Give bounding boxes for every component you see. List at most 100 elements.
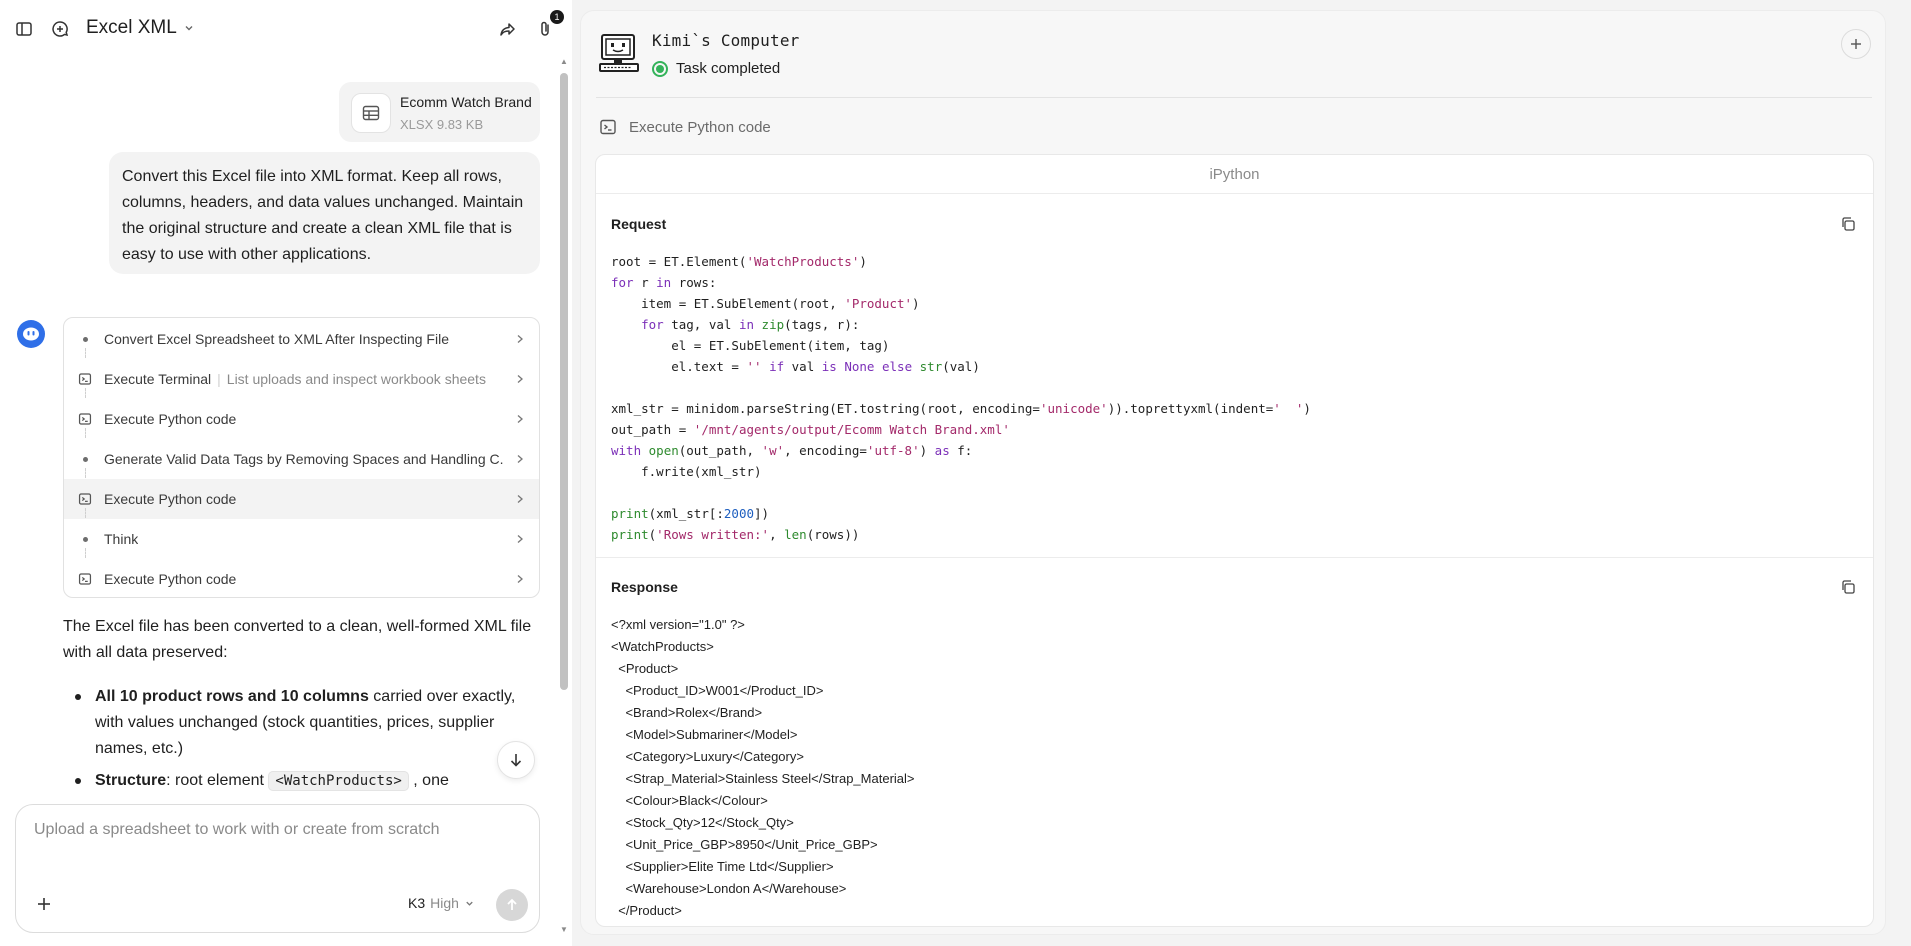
terminal-icon: [600, 119, 616, 135]
attachment-card[interactable]: Ecomm Watch Brand XLSX 9.83 KB: [339, 82, 540, 142]
new-chat-icon[interactable]: [47, 16, 73, 42]
task-step-subtitle: List uploads and inspect workbook sheets: [226, 371, 486, 387]
scroll-down-arrow-icon[interactable]: ▼: [560, 926, 568, 934]
scroll-to-bottom-button[interactable]: [497, 741, 535, 779]
chat-title-dropdown[interactable]: Excel XML: [86, 17, 195, 39]
step-connector: [85, 388, 86, 398]
model-selector[interactable]: K3 High: [408, 895, 475, 911]
scrollbar-thumb[interactable]: [560, 73, 568, 690]
arrow-up-icon: [507, 898, 517, 910]
bullet-text: : root element: [166, 772, 269, 789]
add-attachment-button[interactable]: [34, 894, 54, 914]
response-line: <Warehouse>London A</Warehouse>: [611, 881, 847, 896]
chat-title: Excel XML: [86, 17, 177, 38]
task-step-label: Execute Python code: [104, 571, 237, 587]
terminal-icon: [78, 412, 92, 426]
assistant-intro: The Excel file has been converted to a c…: [63, 618, 532, 661]
attachment-meta: XLSX 9.83 KB: [400, 117, 484, 132]
scroll-up-arrow-icon[interactable]: ▲: [560, 58, 568, 66]
response-line: </Product>: [611, 903, 682, 918]
task-step-label: Generate Valid Data Tags by Removing Spa…: [104, 451, 504, 467]
inline-code: <WatchProducts>: [268, 771, 409, 791]
computer-title: Kimi`s Computer: [652, 31, 800, 50]
task-step-label: Convert Excel Spreadsheet to XML After I…: [104, 331, 449, 347]
chevron-right-icon: [515, 334, 525, 344]
message-input[interactable]: [34, 821, 514, 839]
model-effort: High: [430, 895, 459, 911]
response-line: <?xml version="1.0" ?>: [611, 617, 745, 632]
response-line: <Unit_Price_GBP>8950</Unit_Price_GBP>: [611, 837, 878, 852]
arrow-down-icon: [510, 754, 522, 767]
list-item: All 10 product rows and 10 columns carri…: [63, 684, 543, 762]
attachments-button[interactable]: 1: [532, 10, 564, 42]
plus-icon: [1851, 39, 1861, 49]
chat-panel: Excel XML 1 Ecomm Watch Brand XLSX 9.83 …: [0, 0, 572, 946]
bullet-dot-icon: [78, 452, 92, 466]
bullet-dot-icon: [78, 532, 92, 546]
current-action: Execute Python code: [599, 118, 771, 136]
ipython-card: iPython Request root = ET.Element('Watch…: [595, 154, 1874, 927]
step-connector: [85, 468, 86, 478]
task-step[interactable]: Think: [64, 519, 539, 559]
divider: [596, 97, 1872, 98]
bullet-strong: Structure: [95, 772, 167, 789]
send-button[interactable]: [496, 889, 528, 921]
sidebar-toggle-icon[interactable]: [11, 16, 37, 42]
task-step-label: Execute Python code: [104, 411, 237, 427]
expand-button[interactable]: [1841, 29, 1871, 59]
step-connector: [85, 348, 86, 358]
response-line: <Product_ID>W001</Product_ID>: [611, 683, 824, 698]
share-icon[interactable]: [495, 16, 521, 42]
response-line: <Strap_Material>Stainless Steel</Strap_M…: [611, 771, 915, 786]
tool-name: iPython: [596, 155, 1873, 194]
task-status: Task completed: [652, 60, 780, 77]
copy-icon: [1842, 580, 1855, 594]
chat-header: Excel XML 1: [0, 0, 572, 58]
chevron-right-icon: [515, 534, 525, 544]
response-line: <Brand>Rolex</Brand>: [611, 705, 763, 720]
task-step-text: Execute Terminal | List uploads and inspec…: [104, 371, 486, 387]
copy-icon: [1842, 217, 1855, 231]
model-name: K3: [408, 895, 426, 911]
plus-icon: [38, 898, 50, 910]
step-connector: [85, 508, 86, 518]
response-line: <Product>: [611, 661, 679, 676]
scroll-fade: [0, 790, 560, 804]
task-step-label: Execute Terminal: [104, 371, 212, 387]
attachment-name: Ecomm Watch Brand: [400, 94, 532, 110]
bullet-text: , one: [408, 772, 449, 789]
spreadsheet-icon: [351, 93, 391, 133]
task-step[interactable]: Execute Python code: [64, 559, 539, 597]
task-step[interactable]: Execute Python code: [64, 399, 539, 439]
status-check-icon: [652, 60, 668, 77]
chevron-right-icon: [515, 414, 525, 424]
task-step[interactable]: Convert Excel Spreadsheet to XML After I…: [64, 319, 539, 359]
response-line: <Supplier>Elite Time Ltd</Supplier>: [611, 859, 834, 874]
divider: [596, 557, 1873, 558]
current-action-label: Execute Python code: [629, 118, 771, 136]
response-line: <Stock_Qty>12</Stock_Qty>: [611, 815, 794, 830]
computer-icon: [599, 33, 639, 73]
paperclip-icon: [541, 21, 549, 36]
chat-scrollbar[interactable]: ▲ ▼: [559, 58, 569, 936]
terminal-icon: [78, 372, 92, 386]
app-root: Excel XML 1 Ecomm Watch Brand XLSX 9.83 …: [0, 0, 1911, 946]
task-step[interactable]: Execute Terminal | List uploads and inspec…: [64, 359, 539, 399]
response-line: <Colour>Black</Colour>: [611, 793, 768, 808]
chevron-right-icon: [515, 574, 525, 584]
request-code: root = ET.Element('WatchProducts') for r…: [611, 254, 1311, 542]
status-text: Task completed: [676, 60, 781, 77]
bullet-dot-icon: [78, 332, 92, 346]
task-step-label: Think: [104, 531, 139, 547]
chevron-down-icon: [466, 901, 473, 906]
task-step[interactable]: Execute Python code: [64, 479, 539, 519]
computer-panel: Kimi`s Computer Task completed Execute P…: [580, 10, 1886, 935]
assistant-bullets: All 10 product rows and 10 columns carri…: [63, 684, 543, 800]
copy-request-button[interactable]: [1840, 216, 1858, 234]
chevron-right-icon: [515, 494, 525, 504]
copy-response-button[interactable]: [1840, 579, 1858, 597]
task-step[interactable]: Generate Valid Data Tags by Removing Spa…: [64, 439, 539, 479]
attachment-count-badge: 1: [550, 10, 564, 24]
terminal-icon: [78, 492, 92, 506]
response-line: <Category>Luxury</Category>: [611, 749, 804, 764]
